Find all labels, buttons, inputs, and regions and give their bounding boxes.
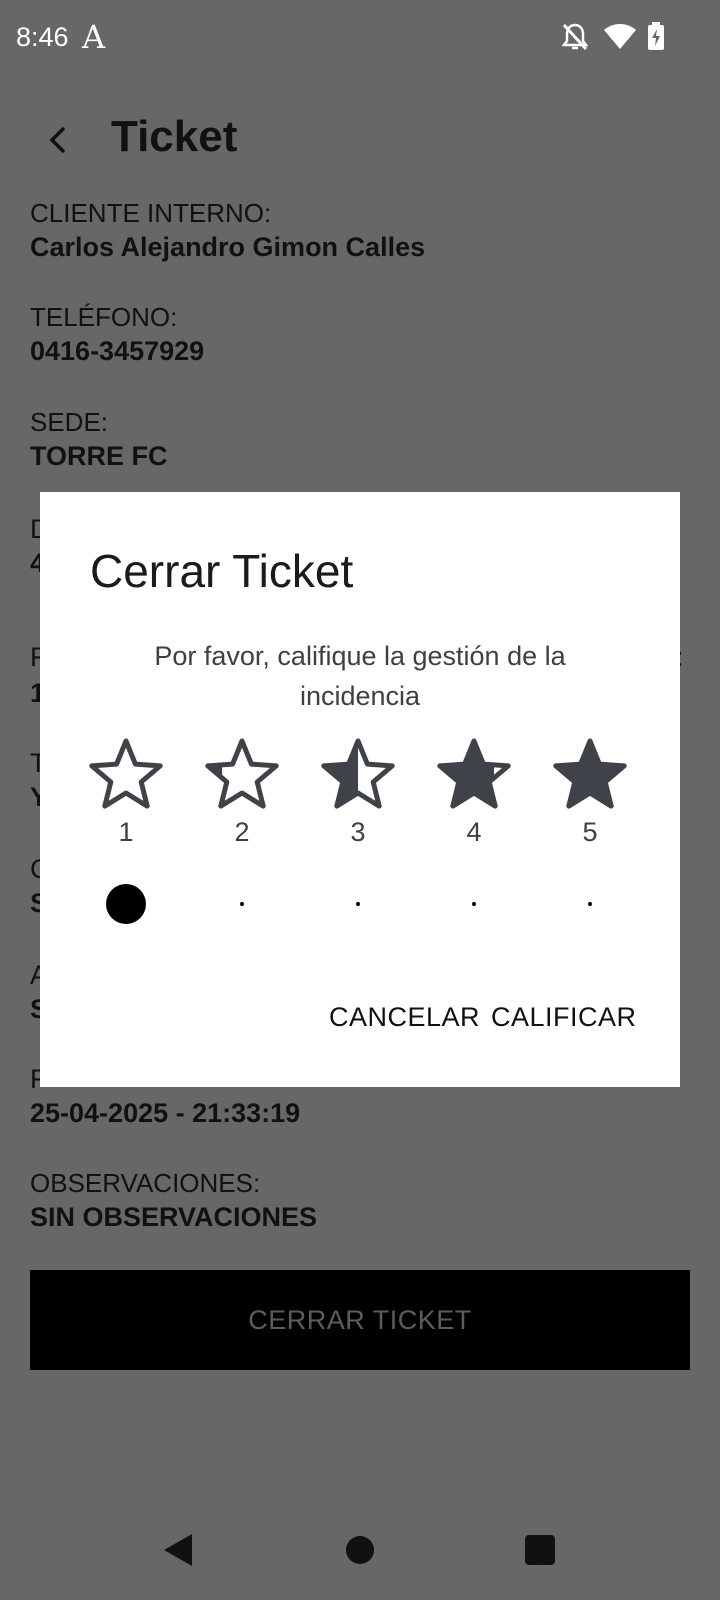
field-label: CLIENTE INTERNO:: [30, 198, 272, 228]
status-bar: 8:46 A: [0, 0, 720, 78]
app-bar: Ticket: [0, 90, 720, 190]
rating-radio-5[interactable]: [570, 884, 610, 924]
field-value: Carlos Alejandro Gimon Calles: [30, 232, 426, 262]
field-value: 25-04-2025 - 21:33:19: [30, 1098, 301, 1128]
rating-dialog: Cerrar Ticket Por favor, califique la ge…: [40, 492, 680, 1087]
nav-back-icon[interactable]: [160, 1532, 196, 1568]
rating-number: 4: [466, 817, 482, 847]
field-sede: SEDE: TORRE FC: [30, 405, 168, 473]
field-value: 0416-3457929: [30, 336, 205, 366]
star-icon: [89, 738, 163, 809]
field-telefono: TELÉFONO: 0416-3457929: [30, 300, 204, 368]
rating-radio-2[interactable]: [222, 884, 262, 924]
star-icon: [437, 738, 511, 809]
dialog-title: Cerrar Ticket: [90, 545, 354, 597]
back-arrow-icon[interactable]: [38, 120, 78, 160]
nav-home-icon[interactable]: [344, 1534, 376, 1566]
wifi-icon: [604, 24, 636, 49]
rating-option-5[interactable]: 5: [545, 737, 635, 848]
field-value: SIN OBSERVACIONES: [30, 1202, 318, 1232]
field-cliente-interno: CLIENTE INTERNO: Carlos Alejandro Gimon …: [30, 196, 425, 264]
page-title: Ticket: [111, 112, 238, 161]
navigation-bar: [0, 1500, 720, 1600]
rating-number: 2: [234, 817, 250, 847]
status-time: 8:46: [16, 22, 69, 52]
field-label: OBSERVACIONES:: [30, 1168, 261, 1198]
dialog-message: Por favor, califique la gestión de la in…: [154, 641, 566, 711]
nav-recents-icon[interactable]: [524, 1534, 556, 1566]
rating-radio-4[interactable]: [454, 884, 494, 924]
rating-option-2[interactable]: 2: [197, 737, 287, 848]
field-value: TORRE FC: [30, 441, 168, 471]
field-label: TELÉFONO:: [30, 302, 178, 332]
rating-radio-1[interactable]: [106, 884, 146, 924]
battery-charging-icon: [648, 22, 664, 50]
rate-button[interactable]: CALIFICAR: [491, 1002, 637, 1033]
star-icon: [205, 738, 279, 809]
field-label: SEDE:: [30, 407, 109, 437]
rating-option-1[interactable]: 1: [81, 737, 171, 848]
rating-option-4[interactable]: 4: [429, 737, 519, 848]
rating-radio-3[interactable]: [338, 884, 378, 924]
field-observaciones: OBSERVACIONES: SIN OBSERVACIONES: [30, 1166, 317, 1234]
star-icon: [553, 738, 627, 809]
field-fecha: 25-04-2025 - 21:33:19: [30, 1096, 300, 1130]
rating-option-3[interactable]: 3: [313, 737, 403, 848]
rating-number: 3: [350, 817, 366, 847]
star-icon: [321, 738, 395, 809]
app-notification-icon: A: [82, 18, 106, 56]
rating-number: 5: [582, 817, 598, 847]
notifications-off-icon: [562, 23, 588, 51]
cancel-button[interactable]: CANCELAR: [329, 1002, 480, 1033]
rating-number: 1: [118, 817, 134, 847]
close-ticket-button[interactable]: CERRAR TICKET: [30, 1270, 690, 1370]
